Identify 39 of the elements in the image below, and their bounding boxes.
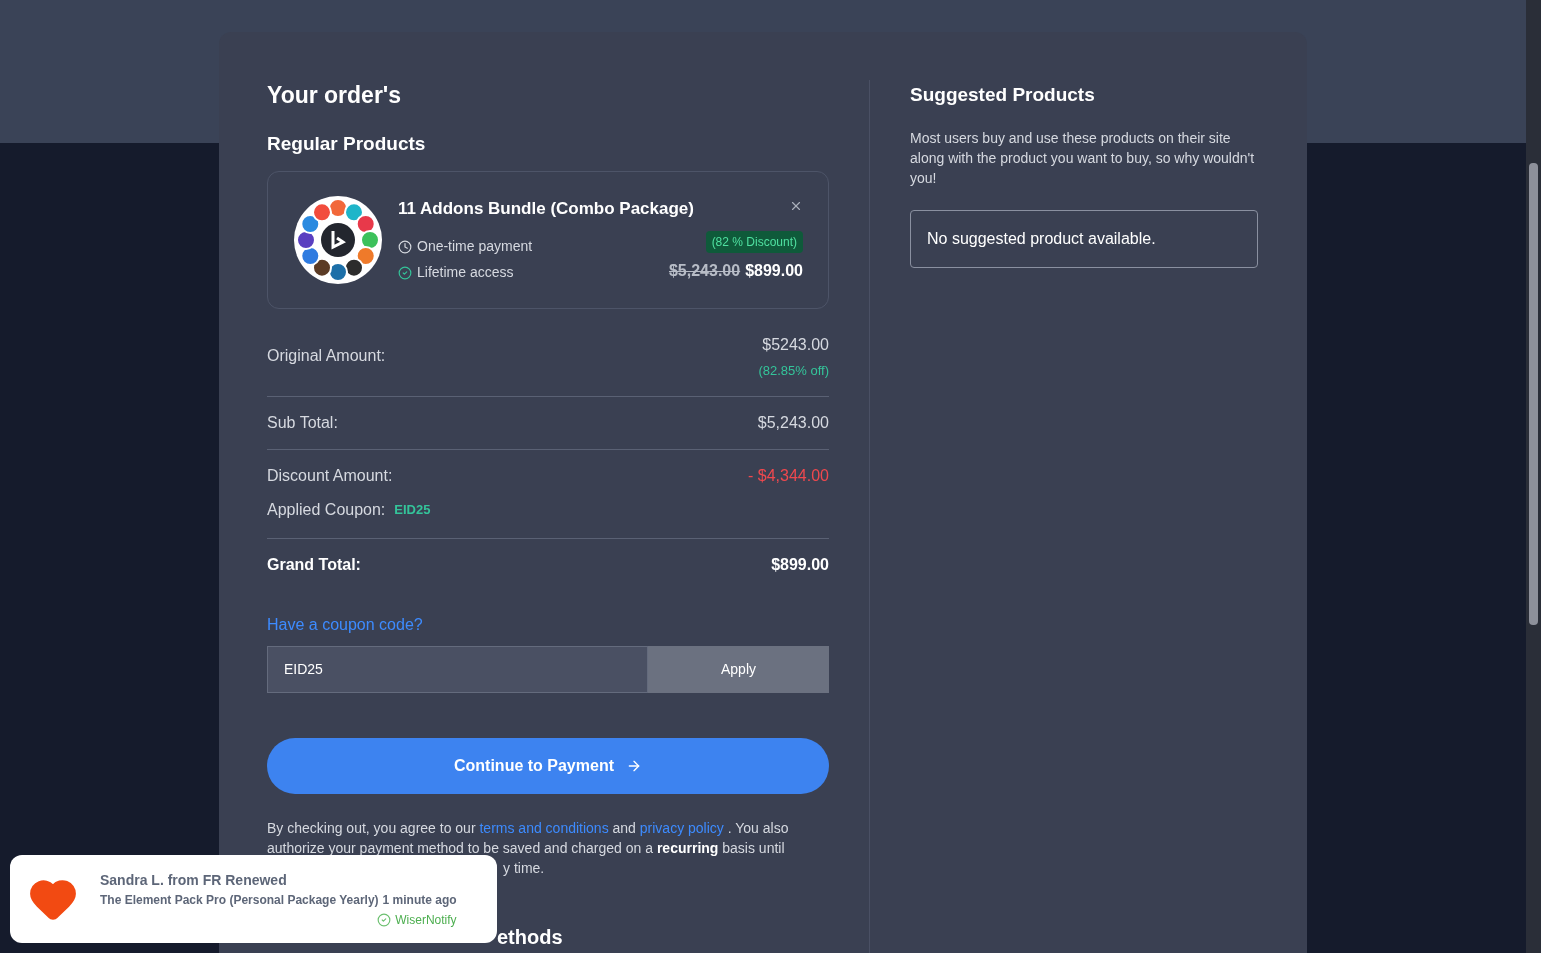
feature-text: One-time payment (417, 237, 533, 257)
scrollbar-thumb[interactable] (1529, 163, 1538, 625)
section-heading: Regular Products (267, 132, 427, 156)
apply-button[interactable]: Apply (648, 646, 829, 693)
consent-text-tail: y time. (502, 859, 546, 878)
clock-icon (398, 239, 412, 254)
summary-label: Original Amount: (267, 346, 386, 367)
price: $899.00 (745, 261, 803, 282)
policy-link[interactable]: privacy policy (639, 820, 724, 836)
arrow-right-icon (626, 758, 642, 774)
suggested-title: Suggested Products (910, 83, 1096, 107)
check-circle-icon (398, 265, 412, 280)
coupon-input[interactable]: EID25 (267, 646, 648, 693)
coupon-link[interactable]: Have a coupon code? (267, 613, 423, 637)
summary-value: - $4,344.00 (748, 466, 829, 486)
summary-label: Discount Amount: (267, 466, 393, 486)
toast-time: 1 minute ago (382, 891, 457, 909)
old-price: $5,243.00 (668, 261, 741, 282)
product-name: 11 Addons Bundle (Combo Package) (398, 197, 694, 220)
summary-value: $899.00 (771, 555, 829, 575)
toast-headline: Sandra L. from FR Renewed (100, 870, 288, 890)
summary-label: Sub Total: (267, 413, 338, 433)
feature-text: Lifetime access (417, 263, 514, 283)
summary-value: $5243.00 (762, 334, 829, 355)
toast-detail: The Element Pack Pro (Personal Package Yearly) (100, 891, 379, 909)
discount-badge: (82 % Discount) (705, 231, 803, 254)
empty-state-box: No suggested product available. (910, 210, 1258, 268)
toast-source: WiserNotify (395, 911, 457, 929)
summary-label: Applied Coupon: (267, 500, 386, 520)
discount-percent: (82.85% off) (758, 361, 829, 380)
verified-icon (377, 912, 392, 927)
summary-label: Grand Total: (267, 555, 361, 575)
coupon-code: EID25 (394, 501, 431, 520)
section-heading: ethods (496, 925, 564, 950)
summary-value: $5,243.00 (757, 413, 829, 433)
suggested-description: Most users buy and use these products on their site along with the product you want to buy, so why wouldn't you! (910, 129, 1256, 188)
order-title: Your order's (267, 81, 403, 110)
continue-button[interactable]: Continue to Payment (267, 738, 829, 794)
policy-link[interactable]: terms and conditions (479, 820, 609, 836)
